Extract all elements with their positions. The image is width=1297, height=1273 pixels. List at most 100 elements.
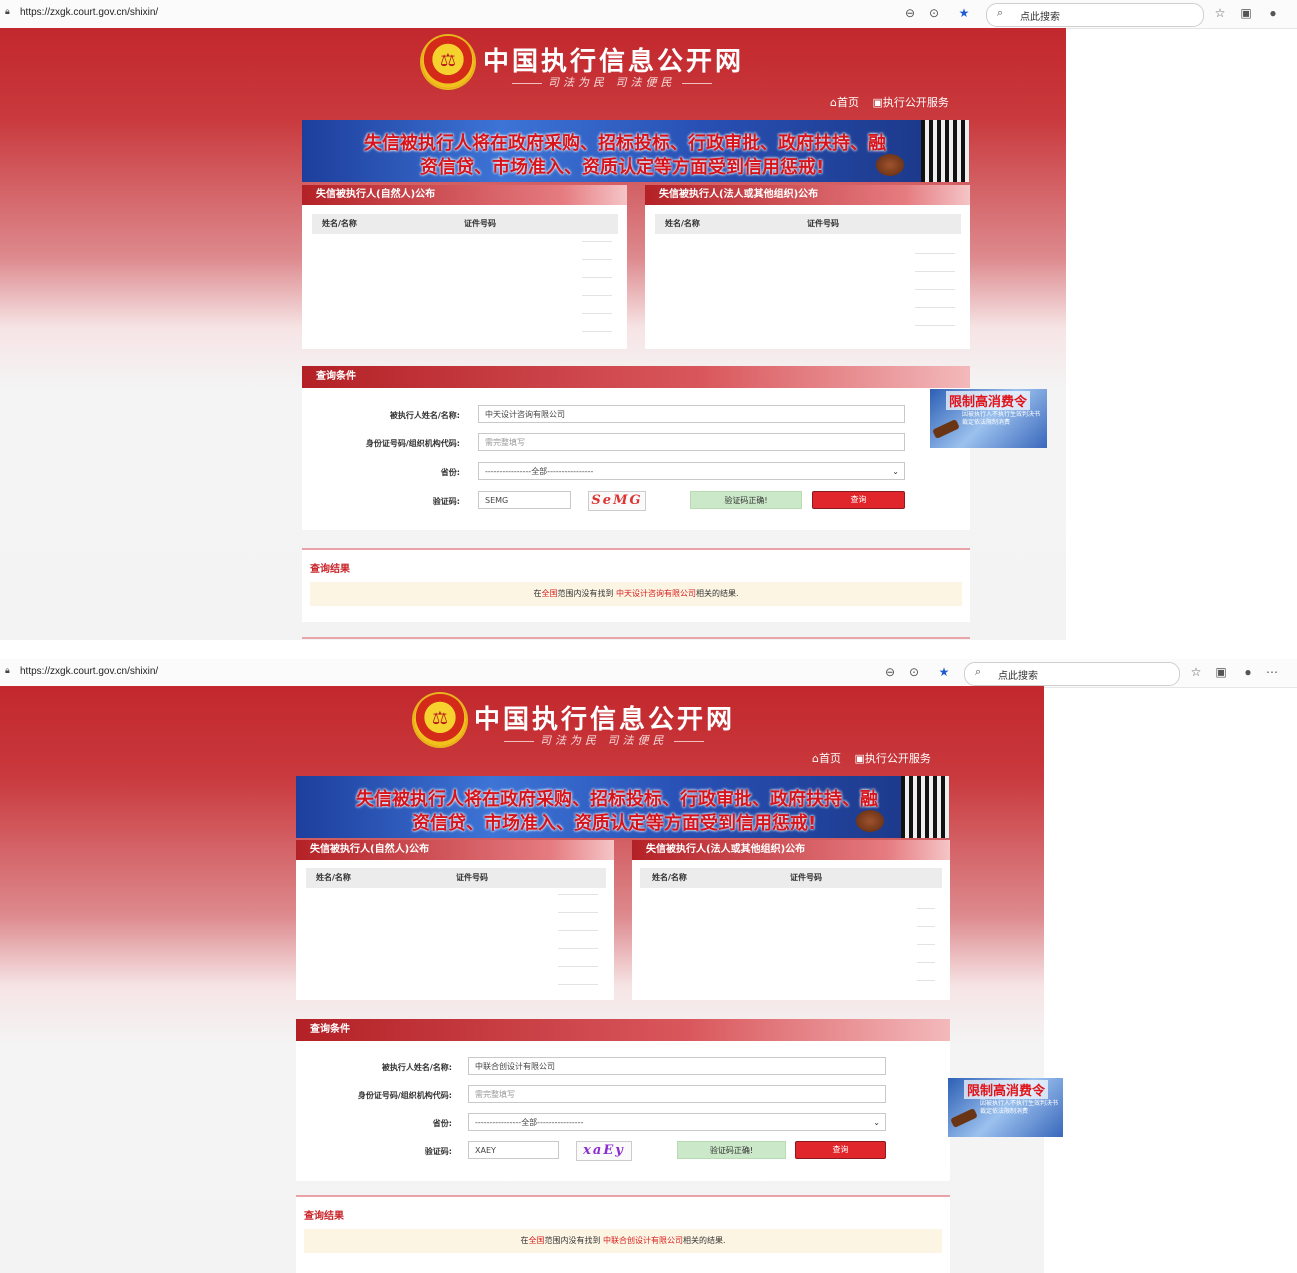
result-message: 在全国范围内没有找到 中联合创设计有限公司相关的结果.	[304, 1229, 942, 1253]
nav-home[interactable]: 首页	[819, 752, 841, 765]
nav-services[interactable]: 执行公开服务	[883, 96, 949, 109]
site-title: 中国执行信息公开网	[483, 47, 745, 77]
ad-subtitle: 因被执行人不执行生效判决书裁定依法限制消费	[962, 411, 1041, 426]
panel-title: 失信被执行人(法人或其他组织)公布	[632, 840, 950, 860]
ad-subtitle: 因被执行人不执行生效判决书裁定依法限制消费	[980, 1100, 1059, 1115]
table-row	[915, 271, 955, 272]
ad-title: 限制高消费令	[964, 1080, 1049, 1099]
profile-avatar-icon[interactable]: ●	[1240, 664, 1256, 680]
panel-title: 失信被执行人(自然人)公布	[302, 185, 627, 205]
id-input[interactable]: 需完整填写	[468, 1085, 886, 1103]
query-form: 被执行人姓名/名称: 中天设计咨询有限公司 身份证号码/组织机构代码: 需完整填…	[302, 388, 970, 530]
query-button[interactable]: 查询	[795, 1141, 886, 1159]
top-nav: ⌂首页 ▣执行公开服务	[812, 750, 931, 766]
table-row	[558, 966, 598, 967]
column-name: 姓名/名称	[316, 873, 351, 882]
browser-search-box[interactable]: ⌕ 点此搜索	[964, 662, 1180, 686]
home-icon: ⌂	[812, 752, 819, 765]
query-result: 查询结果 在全国范围内没有找到 中天设计咨询有限公司相关的结果.	[302, 548, 970, 622]
restriction-order-ad[interactable]: 限制高消费令 因被执行人不执行生效判决书裁定依法限制消费	[948, 1078, 1063, 1137]
more-tools-icon[interactable]: ⊙	[906, 664, 922, 680]
panel-column-header: 姓名/名称 证件号码	[306, 868, 606, 888]
query-form: 被执行人姓名/名称: 中联合创设计有限公司 身份证号码/组织机构代码: 需完整填…	[296, 1041, 950, 1181]
more-menu-icon[interactable]: ⋯	[1264, 664, 1280, 680]
natural-person-panel: 失信被执行人(自然人)公布 姓名/名称 证件号码	[302, 185, 627, 349]
lock-icon: 🔒︎	[5, 665, 10, 675]
name-input[interactable]: 中天设计咨询有限公司	[478, 405, 905, 423]
nav-home[interactable]: 首页	[837, 96, 859, 109]
table-row	[915, 307, 955, 308]
screenshot-2: 🔒︎ https://zxgk.court.gov.cn/shixin/ ⊖ ⊙…	[0, 659, 1297, 1273]
collections-icon[interactable]: ▣	[1238, 5, 1254, 21]
query-button[interactable]: 查询	[812, 491, 905, 509]
province-selected: ----------------全部----------------	[485, 467, 594, 476]
table-row	[917, 980, 935, 981]
more-tools-icon[interactable]: ⊙	[926, 5, 942, 21]
table-row	[558, 930, 598, 931]
msg-suffix: 相关的结果.	[683, 1236, 726, 1245]
name-label: 被执行人姓名/名称:	[389, 411, 460, 420]
msg-middle: 范围内没有找到	[544, 1236, 603, 1245]
msg-suffix: 相关的结果.	[696, 589, 739, 598]
table-row	[558, 894, 598, 895]
table-row	[915, 253, 955, 254]
name-label: 被执行人姓名/名称:	[381, 1063, 452, 1072]
section-divider	[302, 637, 970, 639]
browser-toolbar: 🔒︎ https://zxgk.court.gov.cn/shixin/ ⊖ ⊙…	[0, 0, 1297, 29]
column-name: 姓名/名称	[665, 219, 700, 228]
panel-title: 失信被执行人(自然人)公布	[296, 840, 614, 860]
banner-bars	[901, 776, 949, 838]
favorites-list-icon[interactable]: ☆	[1188, 664, 1204, 680]
captcha-input[interactable]: XAEY	[468, 1141, 559, 1159]
province-label: 省份:	[432, 1119, 452, 1128]
table-row	[582, 259, 612, 260]
table-row	[917, 926, 935, 927]
query-title: 查询条件	[302, 366, 970, 388]
id-input[interactable]: 需完整填写	[478, 433, 905, 451]
query-title: 查询条件	[296, 1019, 950, 1041]
captcha-label: 验证码:	[424, 1147, 452, 1156]
address-bar[interactable]: https://zxgk.court.gov.cn/shixin/	[20, 666, 158, 677]
browser-toolbar: 🔒︎ https://zxgk.court.gov.cn/shixin/ ⊖ ⊙…	[0, 659, 1297, 688]
banner-bars	[921, 120, 969, 182]
id-label: 身份证号码/组织机构代码:	[357, 1091, 452, 1100]
collections-icon[interactable]: ▣	[1213, 664, 1229, 680]
captcha-image[interactable]: xaEy	[576, 1141, 632, 1161]
panel-column-header: 姓名/名称 证件号码	[655, 214, 961, 234]
home-icon: ⌂	[830, 96, 837, 109]
favorites-list-icon[interactable]: ☆	[1212, 5, 1228, 21]
restriction-order-ad[interactable]: 限制高消费令 因被执行人不执行生效判决书裁定依法限制消费	[930, 389, 1047, 448]
name-input[interactable]: 中联合创设计有限公司	[468, 1057, 886, 1075]
province-select[interactable]: ----------------全部---------------- ⌄	[468, 1113, 886, 1131]
panel-title: 失信被执行人(法人或其他组织)公布	[645, 185, 970, 205]
site-page: ⚖ 中国执行信息公开网 司法为民 司法便民 ⌂首页 ▣执行公开服务 失信被执行人…	[0, 28, 1066, 640]
services-icon: ▣	[854, 752, 865, 765]
address-bar[interactable]: https://zxgk.court.gov.cn/shixin/	[20, 7, 158, 18]
favorite-star-icon[interactable]: ★	[956, 5, 972, 21]
profile-avatar-icon[interactable]: ●	[1265, 5, 1281, 21]
court-emblem-icon: ⚖	[414, 694, 466, 746]
favorite-star-icon[interactable]: ★	[936, 664, 952, 680]
table-row	[582, 295, 612, 296]
top-nav: ⌂首页 ▣执行公开服务	[830, 94, 949, 110]
captcha-image[interactable]: SeMG	[588, 491, 646, 511]
msg-middle: 范围内没有找到	[557, 589, 616, 598]
column-id: 证件号码	[464, 219, 496, 228]
table-row	[558, 948, 598, 949]
zoom-icon[interactable]: ⊖	[902, 5, 918, 21]
site-title: 中国执行信息公开网	[474, 705, 736, 735]
legal-person-panel: 失信被执行人(法人或其他组织)公布 姓名/名称 证件号码	[645, 185, 970, 349]
panel-column-header: 姓名/名称 证件号码	[312, 214, 618, 234]
zoom-icon[interactable]: ⊖	[882, 664, 898, 680]
province-selected: ----------------全部----------------	[475, 1118, 584, 1127]
site-page: ⚖ 中国执行信息公开网 司法为民 司法便民 ⌂首页 ▣执行公开服务 失信被执行人…	[0, 686, 1063, 1273]
banner-line-2: 资信贷、市场准入、资质认定等方面受到信用惩戒!	[420, 157, 825, 178]
nav-services[interactable]: 执行公开服务	[865, 752, 931, 765]
table-row	[915, 289, 955, 290]
province-select[interactable]: ----------------全部---------------- ⌄	[478, 462, 905, 480]
browser-search-box[interactable]: ⌕ 点此搜索	[986, 3, 1204, 27]
captcha-input[interactable]: SEMG	[478, 491, 571, 509]
panel-column-header: 姓名/名称 证件号码	[640, 868, 942, 888]
gavel-icon	[932, 418, 960, 440]
search-placeholder: 点此搜索	[998, 671, 1038, 682]
